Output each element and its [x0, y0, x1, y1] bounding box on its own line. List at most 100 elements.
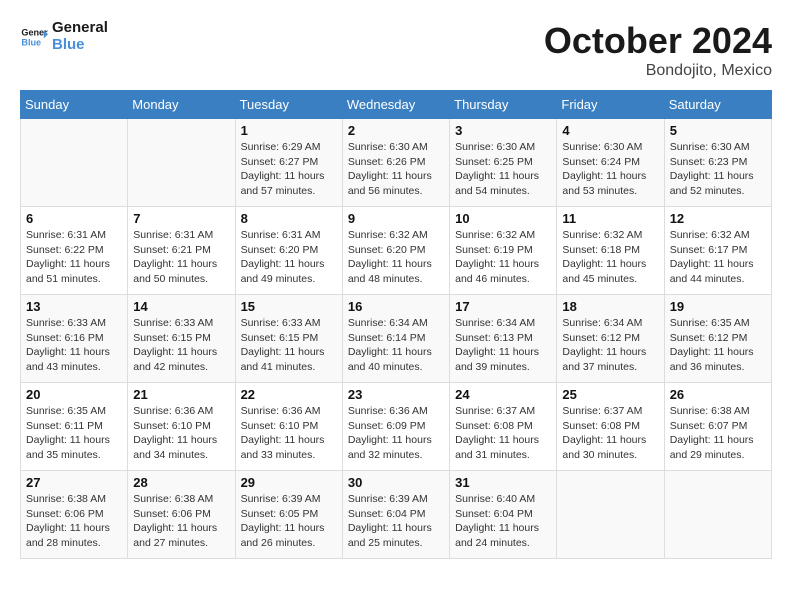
day-of-week-monday: Monday	[128, 91, 235, 119]
logo-icon: General Blue	[20, 23, 48, 51]
page-header: General Blue General Blue October 2024 B…	[20, 20, 772, 80]
calendar-week-row: 27 Sunrise: 6:38 AM Sunset: 6:06 PM Dayli…	[21, 471, 772, 559]
day-info: Sunrise: 6:30 AM Sunset: 6:23 PM Dayligh…	[670, 140, 766, 199]
day-info: Sunrise: 6:38 AM Sunset: 6:06 PM Dayligh…	[133, 492, 229, 551]
location: Bondojito, Mexico	[544, 62, 772, 80]
logo: General Blue General Blue	[20, 20, 108, 53]
day-number: 13	[26, 299, 122, 314]
day-number: 19	[670, 299, 766, 314]
calendar-day-16: 16Sunrise: 6:34 AM Sunset: 6:14 PM Dayli…	[342, 295, 449, 383]
day-number: 3	[455, 123, 551, 138]
empty-cell	[557, 471, 664, 559]
calendar-table: SundayMondayTuesdayWednesdayThursdayFrid…	[20, 90, 772, 559]
day-info: Sunrise: 6:33 AM Sunset: 6:15 PM Dayligh…	[133, 316, 229, 375]
svg-text:Blue: Blue	[21, 37, 41, 47]
day-number: 4	[562, 123, 658, 138]
calendar-day-11: 11 Sunrise: 6:32 AM Sunset: 6:18 PM Dayli…	[557, 207, 664, 295]
logo-blue-text: Blue	[52, 37, 108, 54]
day-info: Sunrise: 6:40 AM Sunset: 6:04 PM Dayligh…	[455, 492, 551, 551]
calendar-day-31: 31 Sunrise: 6:40 AM Sunset: 6:04 PM Dayli…	[450, 471, 557, 559]
day-number: 16	[348, 299, 444, 314]
day-info: Sunrise: 6:32 AM Sunset: 6:17 PM Dayligh…	[670, 228, 766, 287]
day-number: 31	[455, 475, 551, 490]
calendar-header-row: SundayMondayTuesdayWednesdayThursdayFrid…	[21, 91, 772, 119]
day-number: 23	[348, 387, 444, 402]
day-of-week-saturday: Saturday	[664, 91, 771, 119]
calendar-week-row: 1 Sunrise: 6:29 AM Sunset: 6:27 PM Daylig…	[21, 119, 772, 207]
day-number: 25	[562, 387, 658, 402]
calendar-day-10: 10Sunrise: 6:32 AM Sunset: 6:19 PM Dayli…	[450, 207, 557, 295]
day-info: Sunrise: 6:34 AM Sunset: 6:12 PM Dayligh…	[562, 316, 658, 375]
day-info: Sunrise: 6:30 AM Sunset: 6:26 PM Dayligh…	[348, 140, 444, 199]
calendar-day-12: 12 Sunrise: 6:32 AM Sunset: 6:17 PM Dayli…	[664, 207, 771, 295]
day-info: Sunrise: 6:31 AM Sunset: 6:21 PM Dayligh…	[133, 228, 229, 287]
day-number: 30	[348, 475, 444, 490]
day-number: 10	[455, 211, 551, 226]
day-info: Sunrise: 6:31 AM Sunset: 6:20 PM Dayligh…	[241, 228, 337, 287]
calendar-week-row: 6Sunrise: 6:31 AM Sunset: 6:22 PM Daylig…	[21, 207, 772, 295]
day-info: Sunrise: 6:35 AM Sunset: 6:11 PM Dayligh…	[26, 404, 122, 463]
day-number: 21	[133, 387, 229, 402]
day-of-week-tuesday: Tuesday	[235, 91, 342, 119]
day-number: 24	[455, 387, 551, 402]
day-number: 28	[133, 475, 229, 490]
day-info: Sunrise: 6:32 AM Sunset: 6:18 PM Dayligh…	[562, 228, 658, 287]
day-info: Sunrise: 6:37 AM Sunset: 6:08 PM Dayligh…	[562, 404, 658, 463]
calendar-day-24: 24 Sunrise: 6:37 AM Sunset: 6:08 PM Dayli…	[450, 383, 557, 471]
calendar-day-4: 4Sunrise: 6:30 AM Sunset: 6:24 PM Daylig…	[557, 119, 664, 207]
calendar-day-13: 13Sunrise: 6:33 AM Sunset: 6:16 PM Dayli…	[21, 295, 128, 383]
day-number: 8	[241, 211, 337, 226]
day-number: 7	[133, 211, 229, 226]
calendar-day-1: 1 Sunrise: 6:29 AM Sunset: 6:27 PM Daylig…	[235, 119, 342, 207]
day-info: Sunrise: 6:32 AM Sunset: 6:20 PM Dayligh…	[348, 228, 444, 287]
day-info: Sunrise: 6:34 AM Sunset: 6:13 PM Dayligh…	[455, 316, 551, 375]
day-number: 15	[241, 299, 337, 314]
day-number: 1	[241, 123, 337, 138]
calendar-day-7: 7 Sunrise: 6:31 AM Sunset: 6:21 PM Daylig…	[128, 207, 235, 295]
day-of-week-sunday: Sunday	[21, 91, 128, 119]
day-number: 9	[348, 211, 444, 226]
day-info: Sunrise: 6:39 AM Sunset: 6:05 PM Dayligh…	[241, 492, 337, 551]
calendar-day-25: 25 Sunrise: 6:37 AM Sunset: 6:08 PM Dayli…	[557, 383, 664, 471]
calendar-day-29: 29 Sunrise: 6:39 AM Sunset: 6:05 PM Dayli…	[235, 471, 342, 559]
calendar-day-3: 3 Sunrise: 6:30 AM Sunset: 6:25 PM Daylig…	[450, 119, 557, 207]
month-title: October 2024	[544, 20, 772, 62]
calendar-day-18: 18Sunrise: 6:34 AM Sunset: 6:12 PM Dayli…	[557, 295, 664, 383]
day-number: 14	[133, 299, 229, 314]
calendar-day-15: 15 Sunrise: 6:33 AM Sunset: 6:15 PM Dayli…	[235, 295, 342, 383]
calendar-day-19: 19Sunrise: 6:35 AM Sunset: 6:12 PM Dayli…	[664, 295, 771, 383]
day-info: Sunrise: 6:29 AM Sunset: 6:27 PM Dayligh…	[241, 140, 337, 199]
calendar-day-9: 9 Sunrise: 6:32 AM Sunset: 6:20 PM Daylig…	[342, 207, 449, 295]
day-number: 20	[26, 387, 122, 402]
day-number: 26	[670, 387, 766, 402]
calendar-day-2: 2Sunrise: 6:30 AM Sunset: 6:26 PM Daylig…	[342, 119, 449, 207]
title-block: October 2024 Bondojito, Mexico	[544, 20, 772, 80]
calendar-day-17: 17Sunrise: 6:34 AM Sunset: 6:13 PM Dayli…	[450, 295, 557, 383]
day-info: Sunrise: 6:30 AM Sunset: 6:25 PM Dayligh…	[455, 140, 551, 199]
calendar-day-27: 27Sunrise: 6:38 AM Sunset: 6:06 PM Dayli…	[21, 471, 128, 559]
day-number: 11	[562, 211, 658, 226]
day-info: Sunrise: 6:39 AM Sunset: 6:04 PM Dayligh…	[348, 492, 444, 551]
calendar-day-20: 20 Sunrise: 6:35 AM Sunset: 6:11 PM Dayli…	[21, 383, 128, 471]
calendar-day-14: 14 Sunrise: 6:33 AM Sunset: 6:15 PM Dayli…	[128, 295, 235, 383]
calendar-day-26: 26Sunrise: 6:38 AM Sunset: 6:07 PM Dayli…	[664, 383, 771, 471]
calendar-week-row: 20 Sunrise: 6:35 AM Sunset: 6:11 PM Dayli…	[21, 383, 772, 471]
empty-cell	[664, 471, 771, 559]
day-info: Sunrise: 6:36 AM Sunset: 6:10 PM Dayligh…	[133, 404, 229, 463]
day-info: Sunrise: 6:33 AM Sunset: 6:15 PM Dayligh…	[241, 316, 337, 375]
calendar-day-5: 5Sunrise: 6:30 AM Sunset: 6:23 PM Daylig…	[664, 119, 771, 207]
day-number: 6	[26, 211, 122, 226]
day-info: Sunrise: 6:36 AM Sunset: 6:09 PM Dayligh…	[348, 404, 444, 463]
day-info: Sunrise: 6:37 AM Sunset: 6:08 PM Dayligh…	[455, 404, 551, 463]
calendar-day-28: 28 Sunrise: 6:38 AM Sunset: 6:06 PM Dayli…	[128, 471, 235, 559]
calendar-day-22: 22Sunrise: 6:36 AM Sunset: 6:10 PM Dayli…	[235, 383, 342, 471]
calendar-week-row: 13Sunrise: 6:33 AM Sunset: 6:16 PM Dayli…	[21, 295, 772, 383]
empty-cell	[21, 119, 128, 207]
day-of-week-friday: Friday	[557, 91, 664, 119]
calendar-day-21: 21 Sunrise: 6:36 AM Sunset: 6:10 PM Dayli…	[128, 383, 235, 471]
day-number: 27	[26, 475, 122, 490]
day-info: Sunrise: 6:36 AM Sunset: 6:10 PM Dayligh…	[241, 404, 337, 463]
day-number: 29	[241, 475, 337, 490]
day-number: 12	[670, 211, 766, 226]
empty-cell	[128, 119, 235, 207]
